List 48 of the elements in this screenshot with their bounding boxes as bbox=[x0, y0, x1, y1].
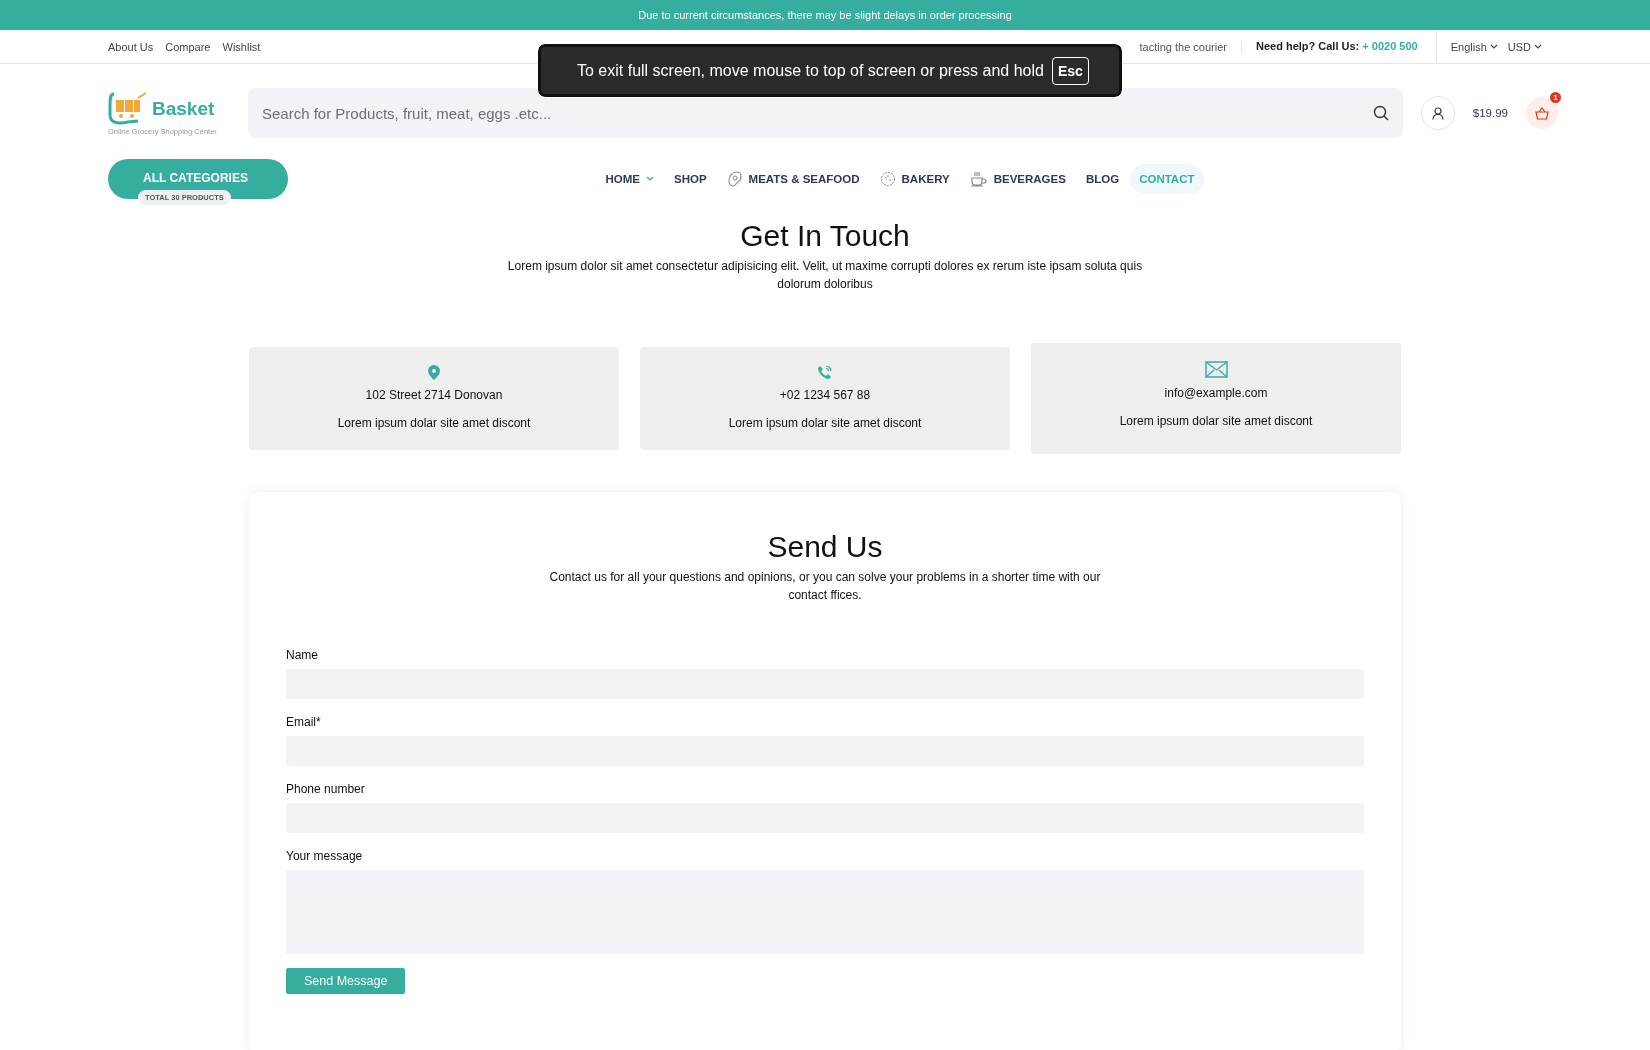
form-title: Send Us bbox=[766, 530, 884, 564]
contact-detail: 102 Street 2714 Donovan bbox=[365, 388, 503, 402]
user-icon bbox=[1431, 106, 1444, 120]
nav-link[interactable]: HOME bbox=[596, 164, 663, 194]
field-label: Your message bbox=[286, 849, 364, 863]
contact-description: Lorem ipsum dolar site amet discont bbox=[337, 416, 531, 430]
top-link[interactable]: About Us bbox=[108, 40, 154, 53]
contact-description: Lorem ipsum dolar site amet discont bbox=[728, 416, 922, 430]
steak-icon bbox=[726, 171, 743, 187]
contact-description: Lorem ipsum dolar site amet discont bbox=[1119, 414, 1313, 428]
chevron-down-icon bbox=[646, 176, 654, 182]
announcement-text: Due to current circumstances, there may be slight delays in order processing bbox=[637, 8, 1013, 23]
contact-detail: +02 1234 567 88 bbox=[779, 388, 871, 402]
cookie-icon bbox=[879, 171, 896, 187]
help-text: Need help? Call Us: + 0020 500 bbox=[1241, 30, 1437, 63]
cart-count-badge: 1 bbox=[1550, 92, 1561, 103]
nav-link[interactable]: BAKERY bbox=[870, 162, 959, 196]
top-link[interactable]: Compare bbox=[165, 40, 211, 53]
form-description: Contact us for all your questions and opinions, or you can solve your problems in a shorter time with our contact ffices. bbox=[548, 569, 1102, 604]
cart-total: $19.99 bbox=[1472, 107, 1508, 119]
notice-text: To exit full screen, move mouse to top of screen or press and hold bbox=[577, 61, 1044, 80]
search-field[interactable]: Search for Products, fruit, meat, eggs .etc... bbox=[248, 88, 1403, 138]
logo-name: Basket bbox=[152, 97, 215, 120]
envelope-icon bbox=[1204, 361, 1228, 378]
cup-icon bbox=[969, 171, 988, 187]
search-icon[interactable] bbox=[1372, 105, 1389, 121]
top-link[interactable]: Wishlist bbox=[222, 40, 261, 53]
basket-icon bbox=[1535, 106, 1549, 120]
selector-dropdown[interactable]: English bbox=[1450, 40, 1498, 53]
location-pin-icon bbox=[428, 365, 440, 380]
nav-link[interactable]: BEVERAGES bbox=[960, 162, 1075, 196]
cart-logo-icon bbox=[108, 90, 148, 127]
field-label: Phone number bbox=[286, 782, 366, 796]
intro-text: Lorem ipsum dolor sit amet consectetur adipisicing elit. Velit, ut maxime corrupti dolores ex rerum iste ipsam soluta quis dolorum doloribus bbox=[506, 258, 1144, 293]
chevron-down-icon bbox=[1534, 43, 1542, 50]
chevron-down-icon bbox=[1489, 43, 1498, 50]
phone-icon bbox=[817, 365, 833, 380]
nav-link[interactable]: BLOG bbox=[1076, 164, 1129, 194]
nav-link[interactable]: SHOP bbox=[665, 164, 716, 194]
field-label: Name bbox=[286, 648, 319, 662]
delivery-note: tacting the courier bbox=[1139, 40, 1242, 53]
selector-dropdown[interactable]: USD bbox=[1507, 40, 1542, 53]
esc-key: Esc bbox=[1051, 56, 1089, 85]
nav-link[interactable]: MEATS & SEAFOOD bbox=[717, 162, 869, 196]
field-label: Email* bbox=[286, 715, 322, 729]
contact-detail: info@example.com bbox=[1164, 386, 1268, 400]
cart-button[interactable] bbox=[1526, 97, 1558, 129]
page-title: Get In Touch bbox=[739, 219, 911, 253]
